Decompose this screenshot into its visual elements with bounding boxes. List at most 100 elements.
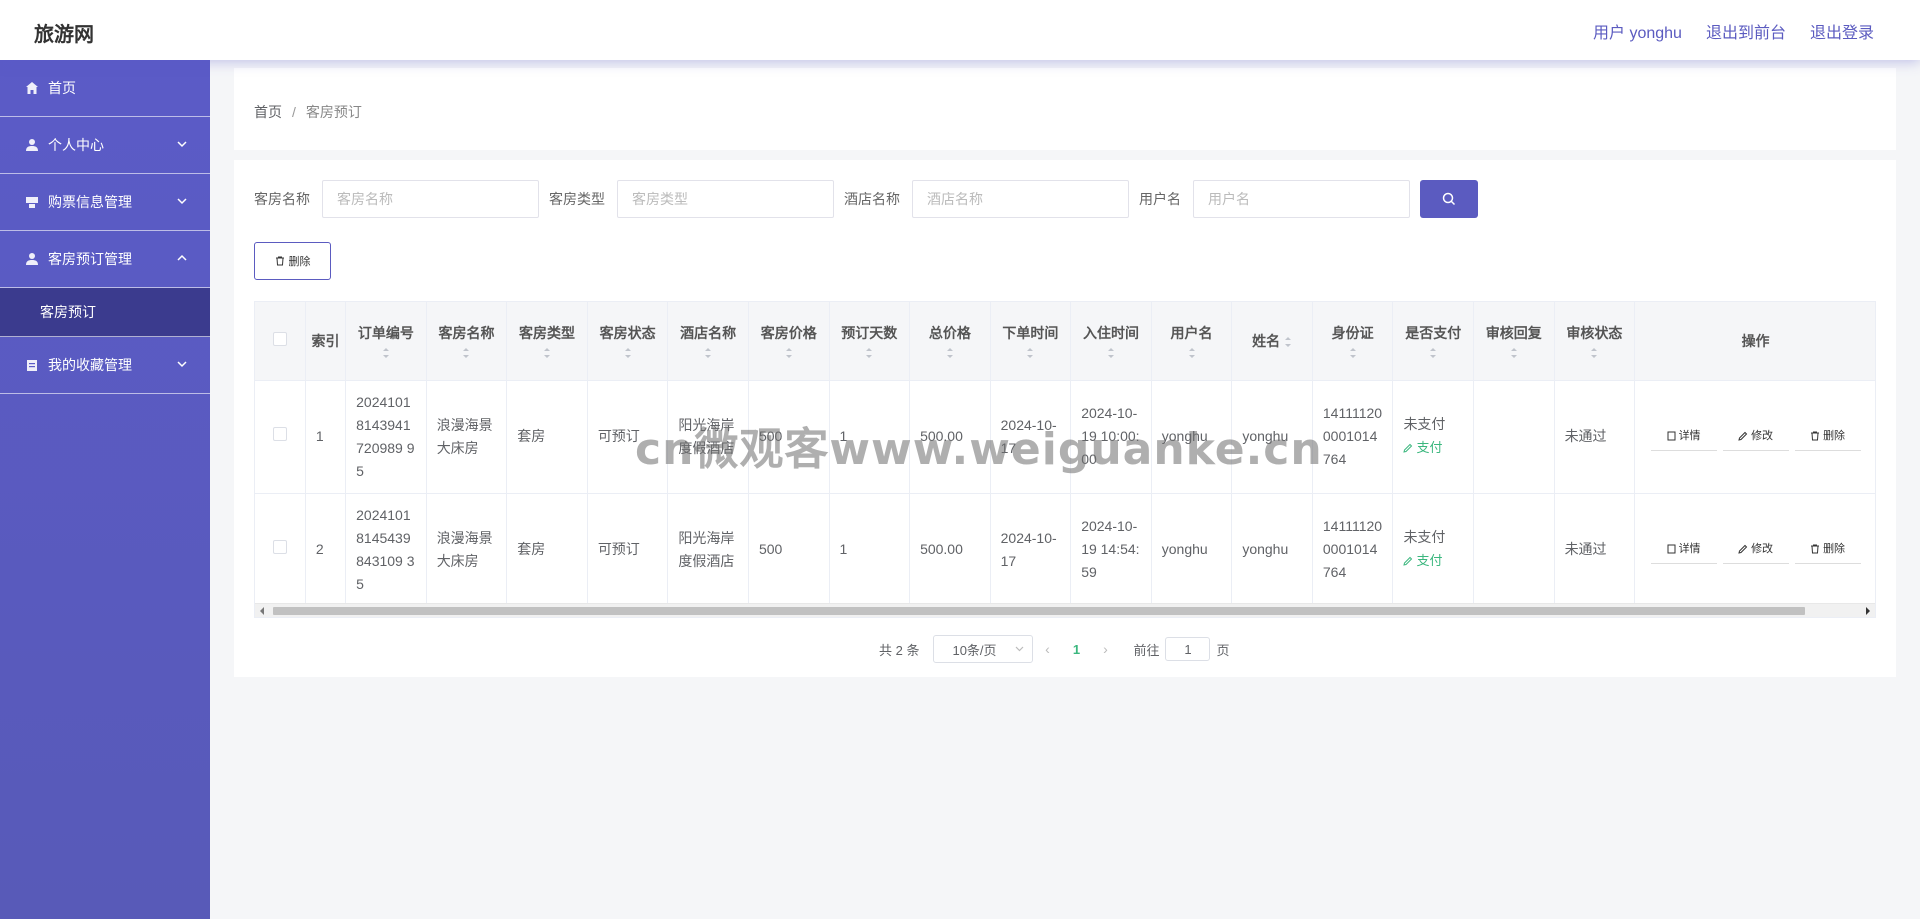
column-header[interactable]: 订单编号 [345,302,427,381]
column-header[interactable]: 用户名 [1151,302,1233,381]
cell-audit: 未通过 [1554,380,1636,494]
sidebar-item-room-booking[interactable]: 客房预订管理 [0,231,210,288]
cell-hotel: 阳光海岸度假酒店 [667,380,749,494]
cell-room-status: 可预订 [587,380,669,494]
row-checkbox[interactable] [272,427,287,441]
delete-button[interactable]: 删除 [1794,535,1861,564]
column-header[interactable]: 审核状态 [1554,302,1636,381]
ticket-icon [24,194,40,210]
user-menu-link[interactable]: 用户 yonghu [1593,19,1682,43]
pay-button[interactable]: 支付 [1403,549,1442,572]
scroll-right-arrow-icon[interactable] [1866,607,1870,615]
edit-icon [1403,443,1413,453]
cell-price: 500 [748,493,830,607]
column-header[interactable]: 审核回复 [1473,302,1555,381]
detail-button[interactable]: 详情 [1650,535,1717,564]
cell-reply [1473,380,1555,494]
column-header[interactable]: 客房类型 [506,302,588,381]
page-number[interactable]: 1 [1061,642,1091,657]
home-icon [24,80,40,96]
goto-page-input[interactable] [1165,637,1211,661]
column-header[interactable]: 预订天数 [829,302,911,381]
sidebar-item-tickets[interactable]: 购票信息管理 [0,174,210,231]
cell-days: 1 [829,380,911,494]
pay-label: 支付 [1416,440,1443,456]
edit-icon [1738,544,1748,554]
sort-icon[interactable] [785,347,793,359]
column-header[interactable]: 总价格 [909,302,991,381]
sidebar-item-profile[interactable]: 个人中心 [0,117,210,174]
sort-icon[interactable] [1429,347,1437,359]
cell-paid: 未支付 支付 [1392,493,1474,607]
sidebar-item-home[interactable]: 首页 [0,60,210,117]
column-header[interactable]: 姓名 [1231,302,1313,381]
cell-name: yonghu [1231,493,1313,607]
sort-icon[interactable] [1026,347,1034,359]
username-input[interactable] [1193,180,1410,218]
sort-icon[interactable] [462,347,470,359]
delete-button[interactable]: 删除 [1794,422,1861,451]
next-page-button[interactable]: › [1091,641,1119,657]
sort-icon[interactable] [543,347,551,359]
sort-icon[interactable] [382,347,390,359]
hotel-name-input[interactable] [912,180,1129,218]
trash-icon [1811,431,1820,441]
sort-icon[interactable] [865,347,873,359]
batch-delete-button[interactable]: 删除 [254,242,331,280]
column-header[interactable]: 客房价格 [748,302,830,381]
cell-actions: 详情 修改 删除 [1634,493,1875,607]
search-button[interactable] [1420,180,1478,218]
total-count: 共 2 条 [879,642,920,658]
chevron-down-icon [1016,646,1024,652]
filter-label-room-name: 客房名称 [254,191,310,207]
paid-status: 未支付 [1403,529,1446,546]
sidebar-item-label: 购票信息管理 [48,194,132,210]
table-header-row: 索引 订单编号 客房名称 客房类型 客房状态 酒店名称 客房价格 预订天数 总价… [255,302,1875,381]
scroll-left-arrow-icon[interactable] [260,607,264,615]
room-name-input[interactable] [322,180,539,218]
column-header[interactable]: 下单时间 [990,302,1072,381]
content-card: 客房名称 客房类型 酒店名称 用户名 删除 索引 订单编号 客房名称 [234,160,1896,677]
pay-button[interactable]: 支付 [1403,436,1442,459]
page-size-select[interactable]: 10条/页 [933,635,1034,663]
column-header[interactable]: 身份证 [1312,302,1394,381]
sort-icon[interactable] [1510,347,1518,359]
prev-page-button[interactable]: ‹ [1033,641,1061,657]
edit-button[interactable]: 修改 [1722,535,1789,564]
cell-actions: 详情 修改 删除 [1634,380,1875,494]
room-type-input[interactable] [617,180,834,218]
column-header[interactable]: 是否支付 [1392,302,1474,381]
column-header[interactable]: 酒店名称 [667,302,749,381]
sidebar-subitem-room-booking[interactable]: 客房预订 [0,288,210,337]
column-header[interactable]: 客房名称 [426,302,508,381]
column-header[interactable]: 客房状态 [587,302,669,381]
sort-icon[interactable] [1349,347,1357,359]
breadcrumb-current: 客房预订 [305,104,362,120]
row-checkbox[interactable] [272,540,287,554]
scrollbar-thumb[interactable] [273,607,1805,615]
document-icon [1667,544,1676,554]
sort-icon[interactable] [1590,347,1598,359]
breadcrumb-home[interactable]: 首页 [254,104,282,120]
select-all-checkbox[interactable] [272,332,287,347]
cell-price: 500 [748,380,830,494]
sort-icon[interactable] [1284,336,1292,348]
page-size-value: 10条/页 [952,642,997,658]
search-icon [1442,192,1456,206]
document-icon [1667,431,1676,441]
edit-button[interactable]: 修改 [1722,422,1789,451]
logout-link[interactable]: 退出登录 [1810,19,1874,43]
sidebar-item-favorites[interactable]: 我的收藏管理 [0,337,210,394]
column-header[interactable]: 入住时间 [1070,302,1152,381]
trash-icon [275,256,284,266]
front-page-link[interactable]: 退出到前台 [1706,19,1786,43]
sort-icon[interactable] [704,347,712,359]
booking-table: 索引 订单编号 客房名称 客房类型 客房状态 酒店名称 客房价格 预订天数 总价… [254,301,1876,618]
sort-icon[interactable] [1188,347,1196,359]
detail-button[interactable]: 详情 [1650,422,1717,451]
sort-icon[interactable] [946,347,954,359]
sort-icon[interactable] [624,347,632,359]
chevron-down-icon [177,361,187,368]
sort-icon[interactable] [1107,347,1115,359]
horizontal-scrollbar[interactable] [255,603,1875,617]
